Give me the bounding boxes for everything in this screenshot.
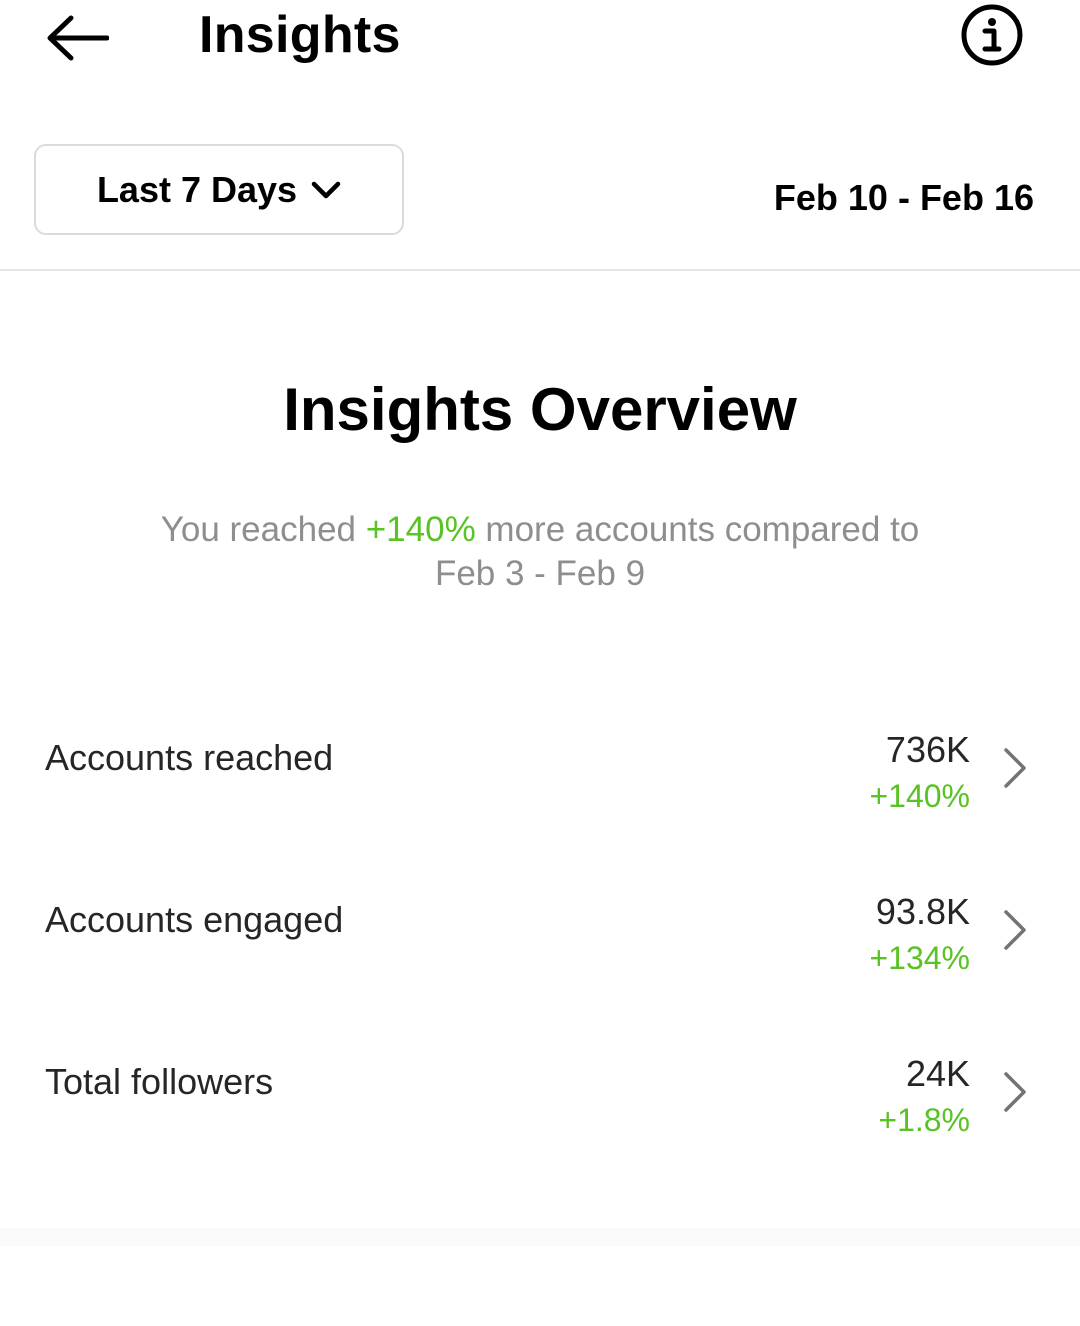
info-button[interactable] — [958, 3, 1026, 67]
metric-label: Total followers — [45, 1061, 274, 1102]
back-button[interactable] — [40, 8, 114, 68]
metric-row-accounts-reached[interactable]: Accounts reached 736K +140% — [0, 728, 1080, 838]
metric-value: 736K — [885, 729, 970, 770]
metric-change: +140% — [869, 778, 970, 814]
overview-summary: You reached +140% more accounts compared… — [90, 508, 990, 596]
summary-prefix: You reached — [160, 510, 366, 549]
metric-change: +1.8% — [878, 1102, 970, 1138]
chevron-right-icon — [1004, 1072, 1026, 1112]
chevron-right-icon — [1004, 748, 1026, 788]
page-title: Insights — [199, 6, 401, 64]
header-divider — [0, 269, 1080, 271]
overview-title: Insights Overview — [283, 376, 797, 443]
metric-label: Accounts engaged — [45, 899, 344, 940]
summary-compare-range: Feb 3 - Feb 9 — [434, 554, 646, 593]
section-separator — [0, 1228, 1080, 1246]
metric-value: 93.8K — [875, 891, 970, 932]
date-range-dropdown[interactable]: Last 7 Days — [34, 144, 404, 235]
metric-row-total-followers[interactable]: Total followers 24K +1.8% — [0, 1052, 1080, 1162]
metric-label: Accounts reached — [45, 737, 334, 778]
info-circle-icon — [961, 4, 1023, 66]
date-range-text: Feb 10 - Feb 16 — [773, 177, 1034, 218]
chevron-down-icon — [311, 180, 341, 200]
metric-change: +134% — [869, 940, 970, 976]
summary-suffix: more accounts compared to — [475, 510, 920, 549]
date-range-dropdown-label: Last 7 Days — [96, 168, 298, 210]
metric-row-accounts-engaged[interactable]: Accounts engaged 93.8K +134% — [0, 890, 1080, 1000]
top-app-bar: Insights — [0, 0, 1080, 80]
arrow-left-icon — [47, 15, 109, 61]
chevron-right-icon — [1004, 910, 1026, 950]
metric-value: 24K — [905, 1053, 970, 1094]
summary-highlight: +140% — [365, 510, 476, 549]
